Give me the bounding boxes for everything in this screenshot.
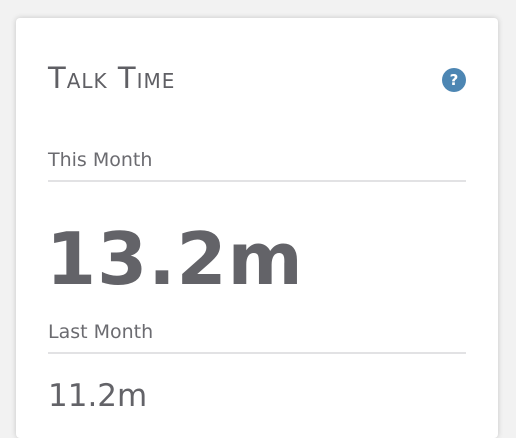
- last-month-value: 11.2m: [48, 378, 148, 414]
- this-month-value: 13.2m: [46, 217, 304, 301]
- card-title: Talk Time: [48, 61, 176, 95]
- talk-time-card: Talk Time ? This Month 13.2m Last Month …: [16, 18, 498, 438]
- last-month-label: Last Month: [48, 320, 466, 354]
- this-month-label: This Month: [48, 148, 466, 182]
- help-icon[interactable]: ?: [442, 68, 466, 92]
